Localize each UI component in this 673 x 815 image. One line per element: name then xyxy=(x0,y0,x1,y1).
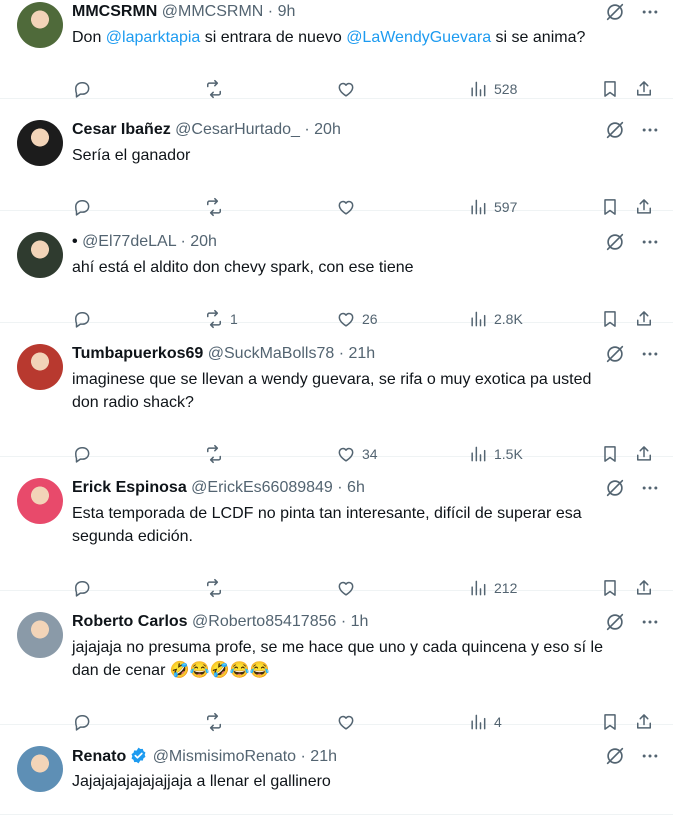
tweet-text-line: jajajaja no presuma profe, se me hace qu… xyxy=(72,639,603,656)
more-dots-icon[interactable] xyxy=(640,746,660,766)
mention-link[interactable]: @laparktapia xyxy=(106,29,201,46)
display-name[interactable]: Tumbapuerkos69 xyxy=(72,345,203,362)
tweet-text-segment: si entrara de nuevo xyxy=(200,29,347,46)
tweet-text-line: don radio shack? xyxy=(72,394,194,411)
grok-icon[interactable] xyxy=(604,611,626,633)
tweet-timestamp[interactable]: · 1h xyxy=(341,613,369,630)
display-name[interactable]: Renato xyxy=(72,748,126,765)
display-name[interactable]: • xyxy=(72,233,78,250)
tweet-text-line: Esta temporada de LCDF no pinta tan inte… xyxy=(72,505,582,522)
tweet-timestamp[interactable]: · 9h xyxy=(268,3,296,20)
mention-link[interactable]: @LaWendyGuevara xyxy=(346,29,491,46)
user-handle[interactable]: @Roberto85417856 xyxy=(192,613,336,630)
reply-icon xyxy=(75,82,90,98)
tweet-text: Sería el ganador xyxy=(72,144,652,167)
views-button[interactable]: 528 xyxy=(468,78,517,100)
tweet[interactable]: Renato @MismisimoRenato · 21h Jajajajajaj… xyxy=(0,724,673,815)
tweet-text-line: imaginese que se llevan a wendy guevara,… xyxy=(72,371,592,388)
tweet-text: Don @laparktapia si entrara de nuevo @La… xyxy=(72,26,652,49)
bookmark-button[interactable] xyxy=(600,78,620,100)
tweet-header: Cesar Ibañez @CesarHurtado_ · 20h xyxy=(72,120,341,140)
tweet-text-line: ahí está el aldito don chevy spark, con … xyxy=(72,259,414,276)
tweet-header: Roberto Carlos @Roberto85417856 · 1h xyxy=(72,612,368,632)
grok-icon[interactable] xyxy=(604,119,626,141)
views-count: 528 xyxy=(494,81,518,97)
tweet-text-line: Jajajajajajajajjaja a llenar el galliner… xyxy=(72,773,331,790)
more-dots-icon[interactable] xyxy=(640,232,660,252)
tweet-text: jajajaja no presuma profe, se me hace qu… xyxy=(72,636,652,682)
tweet-top-actions xyxy=(604,119,660,141)
grok-icon[interactable] xyxy=(604,343,626,365)
share-button[interactable] xyxy=(634,78,654,100)
tweet[interactable]: Erick Espinosa @ErickEs66089849 · 6h Esta… xyxy=(0,456,673,598)
avatar[interactable] xyxy=(17,746,63,792)
like-button[interactable] xyxy=(336,78,362,100)
user-handle[interactable]: @CesarHurtado_ xyxy=(175,121,300,138)
display-name[interactable]: Erick Espinosa xyxy=(72,479,187,496)
tweet-text: imaginese que se llevan a wendy guevara,… xyxy=(72,368,652,414)
avatar[interactable] xyxy=(17,2,63,48)
tweet-timestamp[interactable]: · 20h xyxy=(180,233,216,250)
more-dots-icon[interactable] xyxy=(640,612,660,632)
tweet-text-segment: si se anima? xyxy=(491,29,586,46)
tweet-header: • @El77deLAL · 20h xyxy=(72,232,217,252)
tweet-top-actions xyxy=(604,343,660,365)
tweet-top-actions xyxy=(604,477,660,499)
grok-icon[interactable] xyxy=(604,1,626,23)
user-handle[interactable]: @MMCSRMN xyxy=(162,3,264,20)
user-handle[interactable]: @SuckMaBolls78 xyxy=(208,345,335,362)
more-dots-icon[interactable] xyxy=(640,344,660,364)
retweet-button[interactable] xyxy=(204,78,230,100)
tweet[interactable]: Roberto Carlos @Roberto85417856 · 1h jaja… xyxy=(0,590,673,732)
tweet-actions: 528 xyxy=(0,78,673,100)
like-icon xyxy=(338,82,354,97)
grok-icon[interactable] xyxy=(604,477,626,499)
user-handle[interactable]: @MismisimoRenato xyxy=(153,748,296,765)
avatar[interactable] xyxy=(17,344,63,390)
retweet-icon xyxy=(207,79,221,99)
tweet-header: Tumbapuerkos69 @SuckMaBolls78 · 21h xyxy=(72,344,375,364)
grok-icon[interactable] xyxy=(604,745,626,767)
views-icon xyxy=(471,81,486,97)
tweet[interactable]: Tumbapuerkos69 @SuckMaBolls78 · 21h imagi… xyxy=(0,322,673,464)
avatar[interactable] xyxy=(17,232,63,278)
display-name[interactable]: Cesar Ibañez xyxy=(72,121,171,138)
tweet-text-segment: Don xyxy=(72,29,106,46)
tweet-text-line: dan de cenar 🤣😂🤣😂😂 xyxy=(72,662,270,679)
avatar[interactable] xyxy=(17,120,63,166)
display-name[interactable]: MMCSRMN xyxy=(72,3,157,20)
tweet[interactable]: Cesar Ibañez @CesarHurtado_ · 20h Sería e… xyxy=(0,98,673,217)
tweet-top-actions xyxy=(604,745,660,767)
tweet[interactable]: MMCSRMN @MMCSRMN · 9h Don @laparktapia si… xyxy=(0,0,673,99)
tweet-top-actions xyxy=(604,1,660,23)
more-dots-icon[interactable] xyxy=(640,2,660,22)
display-name[interactable]: Roberto Carlos xyxy=(72,613,188,630)
tweet-timestamp[interactable]: · 21h xyxy=(339,345,375,362)
tweet-top-actions xyxy=(604,231,660,253)
bookmark-icon xyxy=(604,81,616,97)
user-handle[interactable]: @El77deLAL xyxy=(82,233,176,250)
tweet-header: Renato @MismisimoRenato · 21h xyxy=(72,746,337,767)
tweet-header: Erick Espinosa @ErickEs66089849 · 6h xyxy=(72,478,365,498)
reply-button[interactable] xyxy=(72,78,98,100)
tweet[interactable]: • @El77deLAL · 20h ahí está el aldito don… xyxy=(0,210,673,329)
tweet-text: Jajajajajajajajjaja a llenar el galliner… xyxy=(72,770,652,793)
share-icon xyxy=(637,81,651,96)
tweet-timestamp[interactable]: · 20h xyxy=(304,121,340,138)
tweet-text: ahí está el aldito don chevy spark, con … xyxy=(72,256,652,279)
more-dots-icon[interactable] xyxy=(640,478,660,498)
tweet-timestamp[interactable]: · 6h xyxy=(337,479,365,496)
tweet-text-line: segunda edición. xyxy=(72,528,193,545)
user-handle[interactable]: @ErickEs66089849 xyxy=(191,479,333,496)
avatar[interactable] xyxy=(17,612,63,658)
tweet-text-line: Sería el ganador xyxy=(72,147,191,164)
tweet-timestamp[interactable]: · 21h xyxy=(301,748,337,765)
tweet-header: MMCSRMN @MMCSRMN · 9h xyxy=(72,2,295,22)
tweet-top-actions xyxy=(604,611,660,633)
more-dots-icon[interactable] xyxy=(640,120,660,140)
verified-badge-icon xyxy=(131,747,146,764)
grok-icon[interactable] xyxy=(604,231,626,253)
avatar[interactable] xyxy=(17,478,63,524)
tweet-text: Esta temporada de LCDF no pinta tan inte… xyxy=(72,502,652,548)
